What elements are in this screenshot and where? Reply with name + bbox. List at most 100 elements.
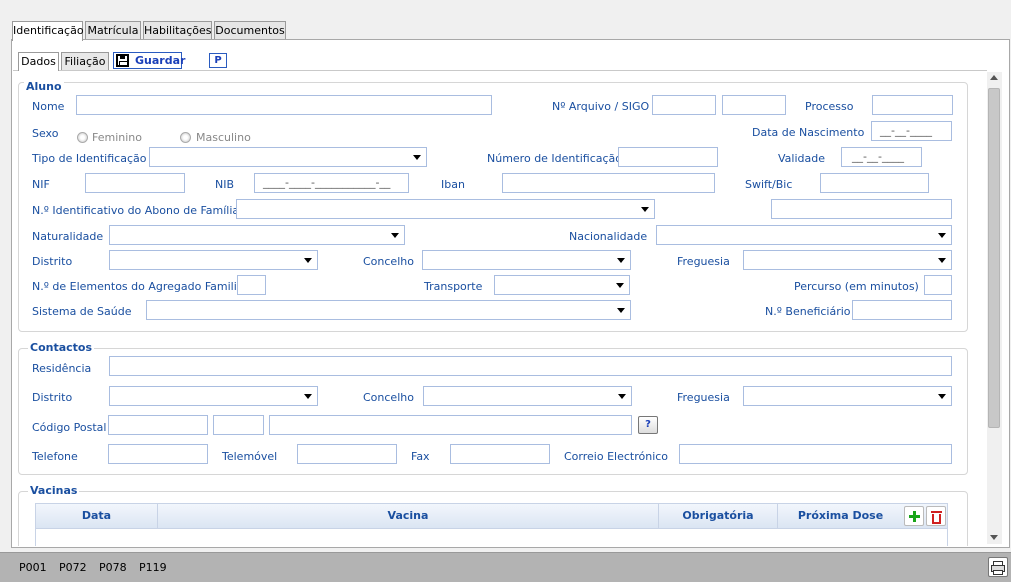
status-bar: P001 P072 P078 P119 bbox=[0, 552, 1011, 582]
abono-select[interactable] bbox=[236, 199, 655, 219]
nome-label: Nome bbox=[32, 100, 65, 113]
telefone-input[interactable] bbox=[108, 444, 208, 464]
chevron-down-icon bbox=[617, 258, 625, 263]
contactos-concelho-label: Concelho bbox=[363, 391, 414, 404]
nome-input[interactable] bbox=[76, 95, 492, 115]
feminino-radio[interactable] bbox=[77, 132, 88, 143]
tab-filiacao[interactable]: Filiação bbox=[61, 52, 109, 70]
column-header-data[interactable]: Data bbox=[36, 504, 158, 528]
abono-label: N.º Identificativo do Abono de Família bbox=[32, 204, 240, 217]
tab-dados[interactable]: Dados bbox=[18, 52, 59, 71]
arquivo-input[interactable] bbox=[652, 95, 716, 115]
telemovel-input[interactable] bbox=[297, 444, 397, 464]
freguesia-label: Freguesia bbox=[677, 255, 730, 268]
fax-input[interactable] bbox=[450, 444, 550, 464]
scroll-up-icon[interactable] bbox=[990, 75, 998, 80]
nif-input[interactable] bbox=[85, 173, 185, 193]
column-header-obrigatoria[interactable]: Obrigatória bbox=[659, 504, 778, 528]
telemovel-label: Telemóvel bbox=[222, 450, 278, 463]
naturalidade-select[interactable] bbox=[109, 225, 405, 245]
transporte-select[interactable] bbox=[494, 275, 630, 295]
agregado-label: N.º de Elementos do Agregado Familiar bbox=[32, 280, 249, 293]
correio-input[interactable] bbox=[679, 444, 952, 464]
sigo-input[interactable] bbox=[722, 95, 786, 115]
arquivo-label: Nº Arquivo / SIGO bbox=[552, 100, 650, 113]
validade-input[interactable]: __-__-____ bbox=[841, 147, 922, 167]
distrito-select[interactable] bbox=[109, 250, 318, 270]
tab-identificacao[interactable]: Identificação bbox=[12, 21, 84, 41]
iban-input[interactable] bbox=[502, 173, 715, 193]
residencia-label: Residência bbox=[32, 362, 92, 375]
naturalidade-label: Naturalidade bbox=[32, 230, 104, 243]
residencia-input[interactable] bbox=[109, 356, 952, 376]
processo-input[interactable] bbox=[872, 95, 953, 115]
contactos-freguesia-label: Freguesia bbox=[677, 391, 730, 404]
codigo-postal-input-2[interactable] bbox=[213, 415, 264, 435]
percurso-input[interactable] bbox=[924, 275, 952, 295]
tab-habilitacoes[interactable]: Habilitações bbox=[143, 21, 212, 40]
add-vacina-button[interactable] bbox=[904, 506, 924, 526]
printer-paper bbox=[993, 570, 1003, 575]
masculino-radio[interactable] bbox=[180, 132, 191, 143]
localidade-input[interactable] bbox=[269, 415, 632, 435]
percurso-label: Percurso (em minutos) bbox=[794, 280, 919, 293]
tab-matricula[interactable]: Matrícula bbox=[85, 21, 141, 40]
chevron-down-icon bbox=[938, 258, 946, 263]
status-code-p119: P119 bbox=[139, 561, 167, 574]
sexo-label: Sexo bbox=[32, 127, 59, 140]
chevron-down-icon bbox=[413, 155, 421, 160]
nib-input[interactable]: ____-____-___________-__ bbox=[254, 173, 409, 193]
contactos-legend: Contactos bbox=[28, 341, 95, 354]
concelho-select[interactable] bbox=[422, 250, 631, 270]
freguesia-select[interactable] bbox=[743, 250, 952, 270]
scroll-down-icon[interactable] bbox=[990, 535, 998, 540]
vacinas-table-header: Data Vacina Obrigatória Próxima Dose bbox=[35, 503, 948, 529]
telefone-label: Telefone bbox=[32, 450, 78, 463]
concelho-label: Concelho bbox=[363, 255, 414, 268]
column-header-proxima-dose[interactable]: Próxima Dose bbox=[778, 504, 903, 528]
codigo-postal-input-1[interactable] bbox=[108, 415, 208, 435]
scroll-thumb[interactable] bbox=[988, 88, 1000, 428]
fax-label: Fax bbox=[411, 450, 430, 463]
vertical-scrollbar[interactable] bbox=[987, 72, 1002, 544]
status-code-p072: P072 bbox=[59, 561, 87, 574]
data-nascimento-label: Data de Nascimento bbox=[752, 126, 865, 139]
chevron-down-icon bbox=[304, 394, 312, 399]
form-content: Aluno Nome Nº Arquivo / SIGO Processo Se… bbox=[13, 70, 987, 546]
agregado-input[interactable] bbox=[237, 275, 266, 295]
tipo-identificacao-label: Tipo de Identificação bbox=[32, 152, 147, 165]
tab-documentos[interactable]: Documentos bbox=[214, 21, 286, 40]
feminino-label: Feminino bbox=[92, 131, 142, 144]
chevron-down-icon bbox=[304, 258, 312, 263]
data-nascimento-input[interactable]: __-__-____ bbox=[871, 121, 952, 141]
swift-label: Swift/Bic bbox=[745, 178, 793, 191]
processo-label: Processo bbox=[805, 100, 854, 113]
vacinas-legend: Vacinas bbox=[28, 484, 80, 497]
codigo-postal-label: Código Postal bbox=[32, 421, 107, 434]
print-button[interactable] bbox=[988, 557, 1008, 577]
p-button[interactable]: P bbox=[209, 53, 227, 68]
save-button[interactable]: Guardar bbox=[113, 52, 186, 69]
column-header-vacina[interactable]: Vacina bbox=[158, 504, 659, 528]
numero-identificacao-input[interactable] bbox=[618, 147, 718, 167]
floppy-disk-icon bbox=[116, 54, 129, 67]
beneficiario-input[interactable] bbox=[852, 300, 952, 320]
delete-vacina-button[interactable] bbox=[926, 506, 946, 526]
nacionalidade-select[interactable] bbox=[656, 225, 952, 245]
nif-label: NIF bbox=[32, 178, 50, 191]
abono-input[interactable] bbox=[771, 199, 952, 219]
contactos-concelho-select[interactable] bbox=[423, 386, 632, 406]
swift-input[interactable] bbox=[820, 173, 929, 193]
status-code-p001: P001 bbox=[19, 561, 47, 574]
contactos-distrito-select[interactable] bbox=[109, 386, 318, 406]
nacionalidade-label: Nacionalidade bbox=[569, 230, 648, 243]
tipo-identificacao-select[interactable] bbox=[149, 147, 427, 167]
transporte-label: Transporte bbox=[424, 280, 483, 293]
help-button[interactable]: ? bbox=[638, 416, 658, 434]
validade-label: Validade bbox=[778, 152, 825, 165]
distrito-label: Distrito bbox=[32, 255, 73, 268]
save-button-label: Guardar bbox=[135, 54, 186, 67]
contactos-freguesia-select[interactable] bbox=[743, 386, 952, 406]
saude-select[interactable] bbox=[146, 300, 631, 320]
chevron-down-icon bbox=[391, 233, 399, 238]
